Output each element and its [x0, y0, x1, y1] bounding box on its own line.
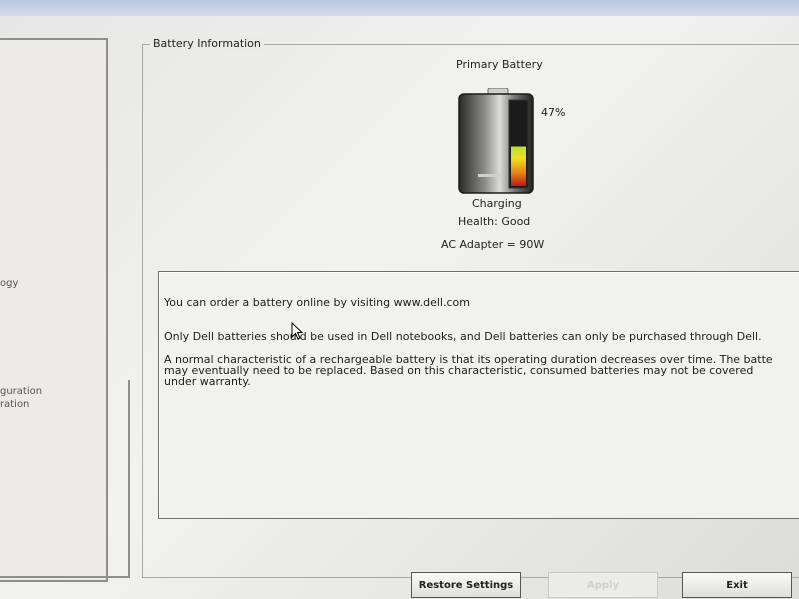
info-line-replaced: may eventually need to be replaced. Base… [164, 364, 754, 377]
ac-adapter-rating: AC Adapter = 90W [441, 238, 545, 251]
left-panel-frame [0, 380, 130, 578]
battery-icon [458, 88, 534, 194]
info-line-order: You can order a battery online by visiti… [164, 296, 470, 309]
battery-level-fill [511, 146, 526, 186]
battery-health: Health: Good [458, 215, 531, 228]
window-top-bar [0, 0, 799, 16]
info-line-dell-only: Only Dell batteries should be used in De… [164, 330, 762, 343]
info-line-warranty: under warranty. [164, 375, 251, 388]
restore-settings-button[interactable]: Restore Settings [411, 572, 521, 598]
mouse-cursor-icon [291, 321, 304, 340]
battery-percent: 47% [541, 106, 566, 119]
exit-button[interactable]: Exit [682, 572, 792, 598]
charging-status: Charging [472, 197, 522, 210]
apply-button[interactable]: Apply [548, 572, 658, 598]
sidebar-item-technology[interactable]: ogy [0, 278, 18, 289]
battery-name: Primary Battery [456, 58, 543, 71]
battery-info-textbox[interactable]: You can order a battery online by visiti… [158, 271, 799, 519]
group-title: Battery Information [150, 37, 264, 50]
